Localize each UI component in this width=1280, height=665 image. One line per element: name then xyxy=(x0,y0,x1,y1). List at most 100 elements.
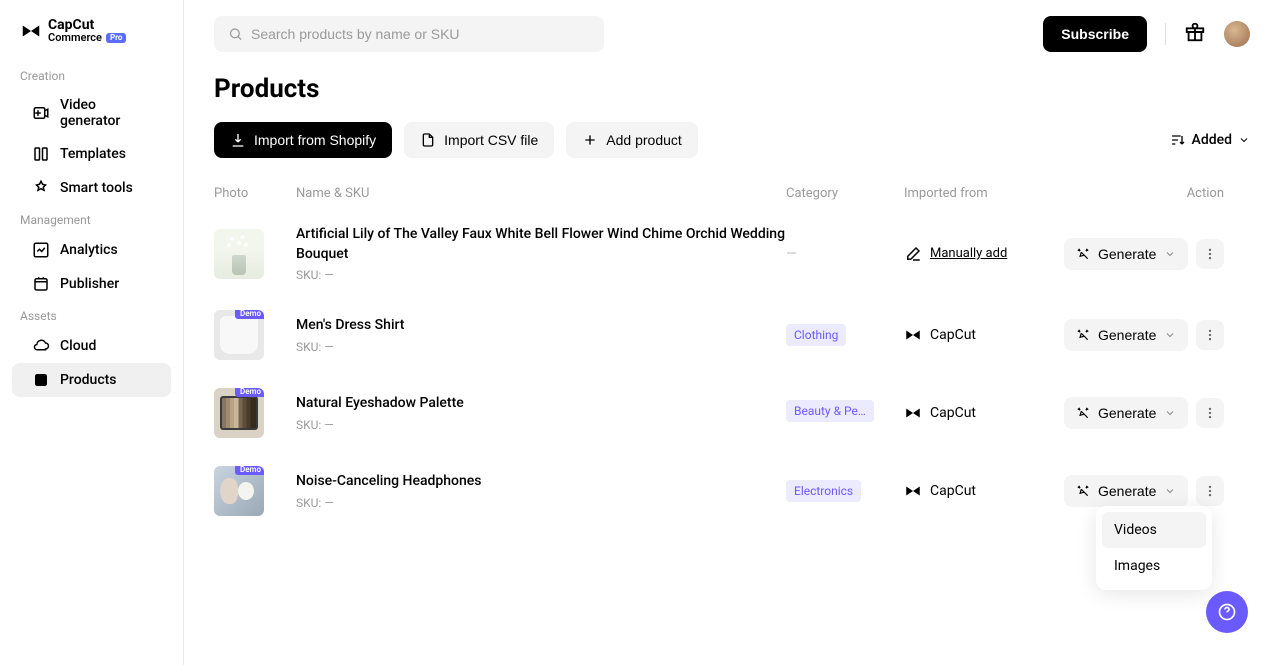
sidebar-item-label: Smart tools xyxy=(60,180,133,196)
search-icon xyxy=(228,26,243,42)
product-thumbnail[interactable]: Demo xyxy=(214,310,264,360)
category-none: — xyxy=(786,246,797,262)
demo-badge: Demo xyxy=(235,466,264,475)
help-icon xyxy=(1217,602,1237,622)
sidebar-item-templates[interactable]: Templates xyxy=(12,137,171,171)
sort-icon xyxy=(1170,132,1186,148)
cloud-icon xyxy=(32,337,50,355)
manually-add-link[interactable]: Manually add xyxy=(930,246,1007,261)
generate-button[interactable]: Generate xyxy=(1064,397,1188,429)
product-sku: SKU: — xyxy=(296,268,786,282)
edit-icon xyxy=(904,245,922,263)
generate-dropdown: Videos Images xyxy=(1096,506,1212,590)
divider xyxy=(1165,23,1166,45)
col-photo: Photo xyxy=(214,186,296,201)
toolbar: Import from Shopify Import CSV file Add … xyxy=(214,122,1250,158)
more-button[interactable] xyxy=(1196,239,1224,269)
logo[interactable]: CapCut CommercePro xyxy=(0,12,183,61)
chevron-down-icon xyxy=(1238,134,1250,146)
video-gen-icon xyxy=(32,104,50,122)
chevron-down-icon xyxy=(1164,407,1176,419)
publisher-icon xyxy=(32,275,50,293)
download-icon xyxy=(230,132,246,148)
sidebar-item-label: Products xyxy=(60,372,117,388)
search-input[interactable] xyxy=(251,26,590,42)
magic-icon xyxy=(1076,247,1090,261)
product-sku: SKU: — xyxy=(296,340,786,354)
templates-icon xyxy=(32,145,50,163)
magic-icon xyxy=(1076,406,1090,420)
product-name: Natural Eyeshadow Palette xyxy=(296,394,786,414)
sidebar-item-cloud[interactable]: Cloud xyxy=(12,329,171,363)
category-tag: Beauty & Perso... xyxy=(786,400,874,422)
more-vertical-icon xyxy=(1203,406,1217,420)
col-name: Name & SKU xyxy=(296,186,786,201)
sidebar: CapCut CommercePro Creation Video genera… xyxy=(0,0,184,665)
demo-badge: Demo xyxy=(235,310,264,319)
logo-main: CapCut xyxy=(48,18,126,32)
magic-icon xyxy=(1076,484,1090,498)
section-management-label: Management xyxy=(0,205,183,233)
smart-tools-icon xyxy=(32,179,50,197)
section-assets-label: Assets xyxy=(0,301,183,329)
chevron-down-icon xyxy=(1164,329,1176,341)
table-header: Photo Name & SKU Category Imported from … xyxy=(214,176,1250,211)
product-thumbnail[interactable]: Demo xyxy=(214,466,264,516)
topbar: Subscribe xyxy=(184,0,1280,68)
sidebar-item-smart-tools[interactable]: Smart tools xyxy=(12,171,171,205)
logo-icon xyxy=(20,20,42,42)
generate-button[interactable]: Generate xyxy=(1064,238,1188,270)
more-button[interactable] xyxy=(1196,398,1224,428)
section-creation-label: Creation xyxy=(0,61,183,89)
products-icon xyxy=(32,371,50,389)
table-row: Artificial Lily of The Valley Faux White… xyxy=(214,211,1250,296)
sidebar-item-video-generator[interactable]: Video generator xyxy=(12,89,171,137)
capcut-icon xyxy=(904,326,922,344)
plus-icon xyxy=(582,132,598,148)
file-icon xyxy=(420,132,436,148)
more-button[interactable] xyxy=(1196,320,1224,350)
table-row: Demo Noise-Canceling Headphones SKU: — E… xyxy=(214,452,1250,530)
help-button[interactable] xyxy=(1206,591,1248,633)
logo-sub: CommercePro xyxy=(48,32,126,43)
dropdown-item-images[interactable]: Images xyxy=(1102,548,1206,584)
import-csv-button[interactable]: Import CSV file xyxy=(404,122,554,158)
imported-from: CapCut xyxy=(930,405,976,421)
more-button[interactable] xyxy=(1196,476,1224,506)
table-row: Demo Natural Eyeshadow Palette SKU: — Be… xyxy=(214,374,1250,452)
col-action: Action xyxy=(1064,186,1224,201)
add-product-button[interactable]: Add product xyxy=(566,122,698,158)
gift-icon[interactable] xyxy=(1184,21,1206,47)
avatar[interactable] xyxy=(1224,21,1250,47)
sidebar-item-label: Analytics xyxy=(60,242,118,258)
imported-from: CapCut xyxy=(930,483,976,499)
chevron-down-icon xyxy=(1164,248,1176,260)
col-category: Category xyxy=(786,186,904,201)
sidebar-item-analytics[interactable]: Analytics xyxy=(12,233,171,267)
pro-tag: Pro xyxy=(106,33,126,43)
import-shopify-button[interactable]: Import from Shopify xyxy=(214,122,392,158)
product-thumbnail[interactable] xyxy=(214,229,264,279)
product-thumbnail[interactable]: Demo xyxy=(214,388,264,438)
product-sku: SKU: — xyxy=(296,418,786,432)
generate-button[interactable]: Generate xyxy=(1064,319,1188,351)
search-box[interactable] xyxy=(214,16,604,52)
sidebar-item-publisher[interactable]: Publisher xyxy=(12,267,171,301)
magic-icon xyxy=(1076,328,1090,342)
demo-badge: Demo xyxy=(235,388,264,397)
sidebar-item-label: Publisher xyxy=(60,276,119,292)
subscribe-button[interactable]: Subscribe xyxy=(1043,16,1147,52)
capcut-icon xyxy=(904,482,922,500)
dropdown-item-videos[interactable]: Videos xyxy=(1102,512,1206,548)
more-vertical-icon xyxy=(1203,484,1217,498)
category-tag: Clothing xyxy=(786,324,846,346)
sort-button[interactable]: Added xyxy=(1170,132,1250,148)
main: Subscribe Products Import from Shopify I… xyxy=(184,0,1280,665)
product-name: Artificial Lily of The Valley Faux White… xyxy=(296,225,786,264)
imported-from: CapCut xyxy=(930,327,976,343)
sidebar-item-label: Cloud xyxy=(60,338,96,354)
sidebar-item-products[interactable]: Products xyxy=(12,363,171,397)
generate-button[interactable]: Generate xyxy=(1064,475,1188,507)
more-vertical-icon xyxy=(1203,328,1217,342)
table-row: Demo Men's Dress Shirt SKU: — Clothing C… xyxy=(214,296,1250,374)
